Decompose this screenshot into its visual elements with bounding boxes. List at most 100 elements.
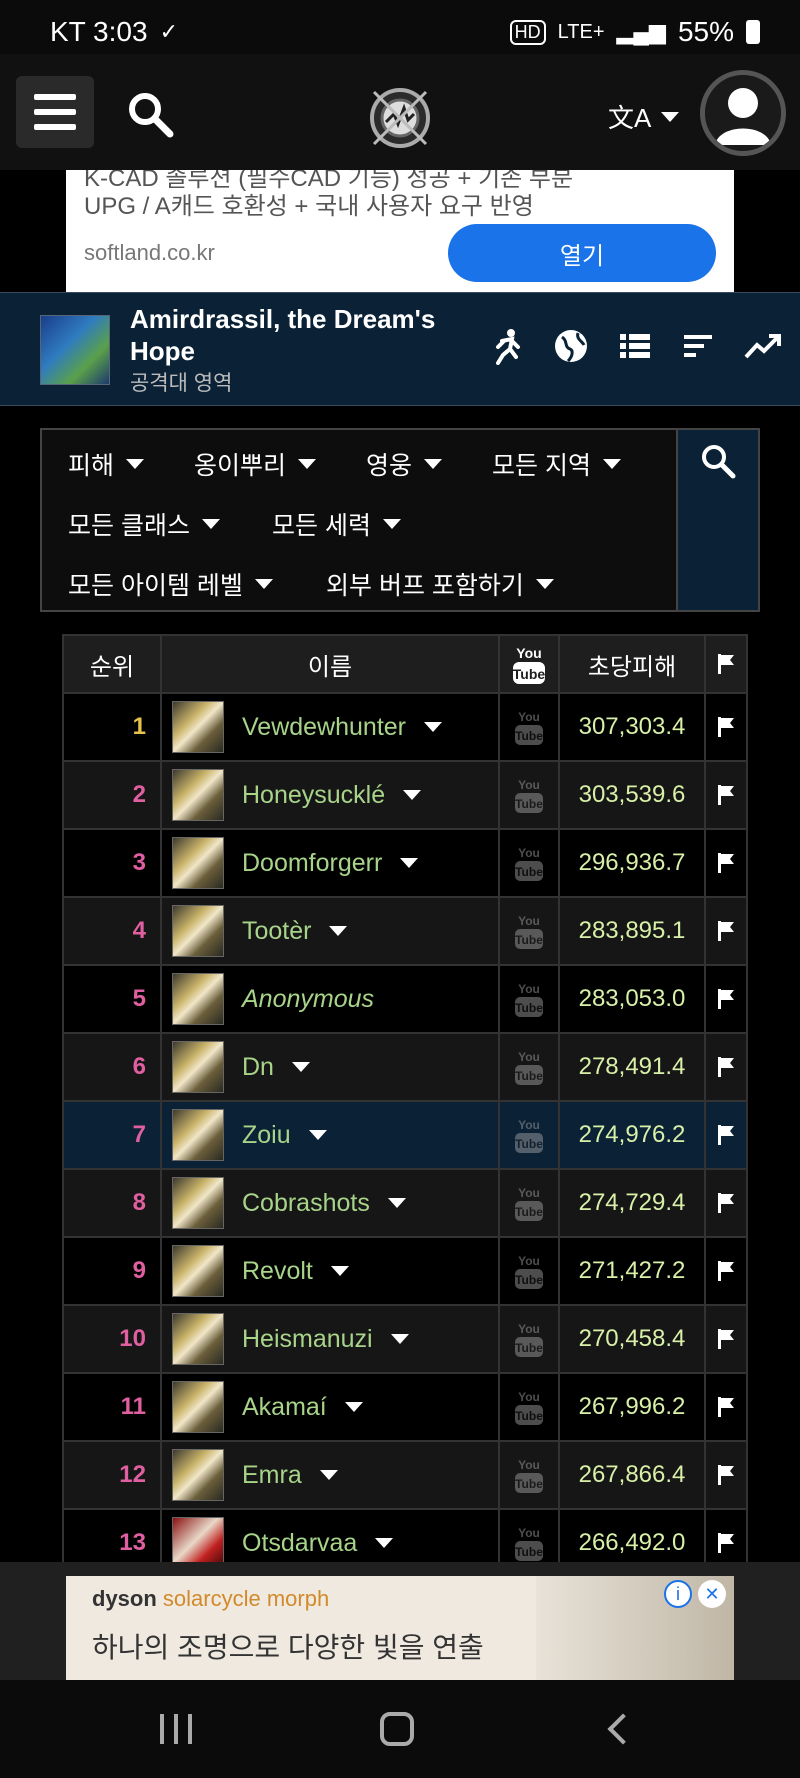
flag-cell[interactable] — [706, 966, 746, 1032]
chevron-down-icon[interactable] — [400, 858, 419, 868]
filter-region[interactable]: 모든 지역 — [492, 446, 621, 482]
youtube-cell[interactable]: You Tube — [500, 1374, 560, 1440]
table-row[interactable]: 12 Emra You Tube 267,866.4 — [62, 1442, 748, 1510]
table-row[interactable]: 2 Honeysucklé You Tube 303,539.6 — [62, 762, 748, 830]
player-name[interactable]: Akamaí — [242, 1393, 327, 1422]
chevron-down-icon[interactable] — [387, 1198, 406, 1208]
name-cell[interactable]: Tootèr — [162, 898, 500, 964]
running-icon[interactable] — [488, 327, 526, 365]
player-name[interactable]: Doomforgerr — [242, 849, 382, 878]
player-name[interactable]: Dn — [242, 1053, 274, 1082]
filter-buffs[interactable]: 외부 버프 포함하기 — [326, 566, 554, 602]
menu-button[interactable] — [16, 76, 94, 148]
ad-info-icon[interactable]: i — [664, 1580, 692, 1608]
header-rank[interactable]: 순위 — [64, 636, 162, 692]
chevron-down-icon[interactable] — [403, 790, 422, 800]
bottom-ad-banner[interactable]: dyson solarcycle morph 하나의 조명으로 다양한 빛을 연… — [66, 1576, 734, 1680]
name-cell[interactable]: Emra — [162, 1442, 500, 1508]
flag-cell[interactable] — [706, 830, 746, 896]
flag-cell[interactable] — [706, 1306, 746, 1372]
name-cell[interactable]: Vewdewhunter — [162, 694, 500, 760]
name-cell[interactable]: Zoiu — [162, 1102, 500, 1168]
youtube-cell[interactable]: You Tube — [500, 1442, 560, 1508]
name-cell[interactable]: Heismanuzi — [162, 1306, 500, 1372]
table-row[interactable]: 7 Zoiu You Tube 274,976.2 — [62, 1102, 748, 1170]
chevron-down-icon[interactable] — [375, 1538, 394, 1548]
table-row[interactable]: 8 Cobrashots You Tube 274,729.4 — [62, 1170, 748, 1238]
name-cell[interactable]: Akamaí — [162, 1374, 500, 1440]
ad-open-button[interactable]: 열기 — [448, 224, 716, 282]
player-name[interactable]: Vewdewhunter — [242, 713, 406, 742]
youtube-cell[interactable]: You Tube — [500, 898, 560, 964]
name-cell[interactable]: Cobrashots — [162, 1170, 500, 1236]
home-button[interactable] — [380, 1712, 414, 1746]
youtube-cell[interactable]: You Tube — [500, 1238, 560, 1304]
flag-cell[interactable] — [706, 1170, 746, 1236]
header-dps[interactable]: 초당피해 — [560, 636, 706, 692]
site-logo-icon[interactable] — [366, 84, 434, 152]
player-name[interactable]: Tootèr — [242, 917, 311, 946]
youtube-cell[interactable]: You Tube — [500, 1034, 560, 1100]
flag-cell[interactable] — [706, 1442, 746, 1508]
table-row[interactable]: 3 Doomforgerr You Tube 296,936.7 — [62, 830, 748, 898]
filter-boss[interactable]: 옹이뿌리 — [194, 446, 317, 482]
flag-cell[interactable] — [706, 1102, 746, 1168]
filter-item-level[interactable]: 모든 아이템 레벨 — [68, 566, 273, 602]
youtube-cell[interactable]: You Tube — [500, 1306, 560, 1372]
table-row[interactable]: 5 Anonymous You Tube 283,053.0 — [62, 966, 748, 1034]
name-cell[interactable]: Anonymous — [162, 966, 500, 1032]
name-cell[interactable]: Revolt — [162, 1238, 500, 1304]
chevron-down-icon[interactable] — [291, 1062, 310, 1072]
youtube-cell[interactable]: You Tube — [500, 1102, 560, 1168]
table-row[interactable]: 9 Revolt You Tube 271,427.2 — [62, 1238, 748, 1306]
name-cell[interactable]: Dn — [162, 1034, 500, 1100]
table-row[interactable]: 11 Akamaí You Tube 267,996.2 — [62, 1374, 748, 1442]
table-row[interactable]: 6 Dn You Tube 278,491.4 — [62, 1034, 748, 1102]
player-name[interactable]: Cobrashots — [242, 1189, 370, 1218]
search-icon[interactable] — [126, 90, 174, 138]
name-cell[interactable]: Honeysucklé — [162, 762, 500, 828]
flag-cell[interactable] — [706, 1034, 746, 1100]
flag-cell[interactable] — [706, 1238, 746, 1304]
filter-difficulty[interactable]: 영웅 — [366, 446, 443, 482]
header-name[interactable]: 이름 — [162, 636, 500, 692]
chevron-down-icon[interactable] — [390, 1334, 409, 1344]
flag-cell[interactable] — [706, 1374, 746, 1440]
player-name[interactable]: Heismanuzi — [242, 1325, 373, 1354]
back-button[interactable] — [607, 1713, 639, 1745]
player-name[interactable]: Honeysucklé — [242, 781, 385, 810]
player-name[interactable]: Otsdarvaa — [242, 1529, 357, 1558]
flag-cell[interactable] — [706, 694, 746, 760]
youtube-cell[interactable]: You Tube — [500, 694, 560, 760]
chevron-down-icon[interactable] — [424, 722, 443, 732]
globe-icon[interactable] — [552, 327, 590, 365]
player-name[interactable]: Revolt — [242, 1257, 313, 1286]
table-row[interactable]: 10 Heismanuzi You Tube 270,458.4 — [62, 1306, 748, 1374]
youtube-cell[interactable]: You Tube — [500, 1170, 560, 1236]
chevron-down-icon[interactable] — [330, 1266, 349, 1276]
recent-apps-button[interactable] — [160, 1714, 192, 1744]
filter-metric[interactable]: 피해 — [68, 446, 145, 482]
close-icon[interactable]: ✕ — [698, 1580, 726, 1608]
filter-faction[interactable]: 모든 세력 — [272, 506, 401, 542]
language-selector[interactable]: 文A — [608, 98, 680, 135]
chevron-down-icon[interactable] — [344, 1402, 363, 1412]
youtube-cell[interactable]: You Tube — [500, 966, 560, 1032]
name-cell[interactable]: Doomforgerr — [162, 830, 500, 896]
top-ad-banner[interactable]: K-CAD 솔루션 (필수CAD 기능) 성공 + 기존 부분 UPG / A캐… — [66, 170, 734, 292]
chevron-down-icon[interactable] — [319, 1470, 338, 1480]
youtube-cell[interactable]: You Tube — [500, 762, 560, 828]
user-avatar[interactable] — [700, 70, 786, 156]
chevron-down-icon[interactable] — [329, 926, 348, 936]
table-row[interactable]: 4 Tootèr You Tube 283,895.1 — [62, 898, 748, 966]
list-icon[interactable] — [616, 327, 654, 365]
filter-search-button[interactable] — [676, 430, 758, 610]
flag-cell[interactable] — [706, 762, 746, 828]
trending-icon[interactable] — [744, 327, 782, 365]
sort-icon[interactable] — [680, 327, 718, 365]
player-name[interactable]: Anonymous — [242, 985, 374, 1014]
filter-class[interactable]: 모든 클래스 — [68, 506, 220, 542]
youtube-cell[interactable]: You Tube — [500, 830, 560, 896]
player-name[interactable]: Emra — [242, 1461, 302, 1490]
table-row[interactable]: 1 Vewdewhunter You Tube 307,303.4 — [62, 694, 748, 762]
